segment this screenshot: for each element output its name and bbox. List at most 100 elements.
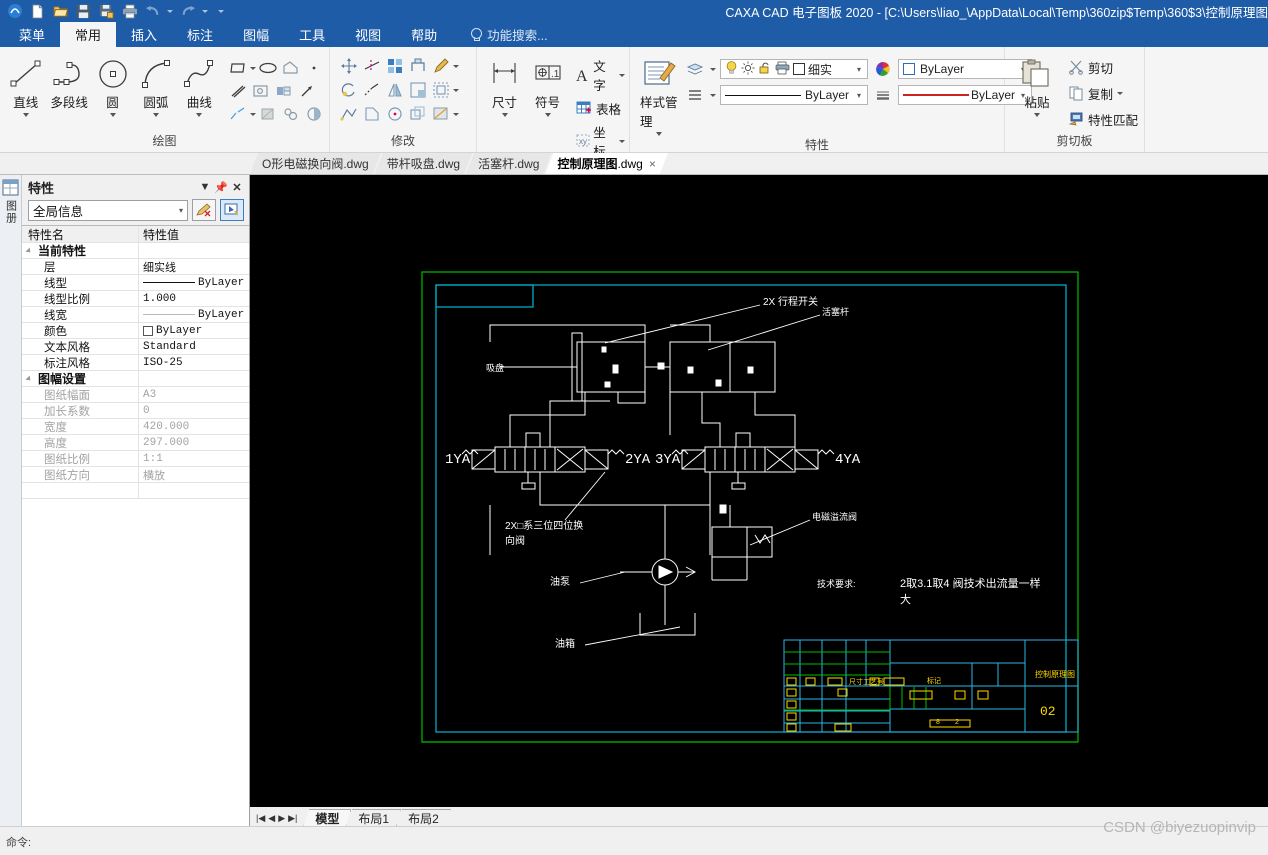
property-row-linetype-scale[interactable]: 线型比例 1.000 bbox=[22, 291, 249, 307]
rotate-icon[interactable] bbox=[338, 79, 360, 101]
left-dock-strip[interactable]: 图册 bbox=[0, 175, 22, 826]
last-icon[interactable]: ▶| bbox=[288, 813, 297, 824]
chevron-down-icon[interactable] bbox=[196, 113, 203, 117]
tool-copy[interactable]: 复制 bbox=[1065, 82, 1138, 104]
tool-polyline[interactable]: 多段线 bbox=[47, 55, 90, 111]
extend-icon[interactable] bbox=[361, 79, 383, 101]
tool-arc[interactable]: 圆弧 bbox=[134, 55, 177, 117]
document-tab-bar[interactable]: O形电磁换向阀.dwg 带杆吸盘.dwg 活塞杆.dwg 控制原理图.dwg × bbox=[0, 153, 1268, 175]
first-icon[interactable]: |◀ bbox=[256, 813, 265, 824]
property-row-layer[interactable]: 层 细实线 bbox=[22, 259, 249, 275]
model-tab-layout2[interactable]: 布局2 bbox=[396, 809, 451, 826]
ribbon-tab-insert[interactable]: 插入 bbox=[116, 22, 172, 47]
chevron-down-icon[interactable] bbox=[710, 93, 716, 97]
chevron-down-icon[interactable] bbox=[22, 113, 29, 117]
ribbon-tab-bar[interactable]: 菜单 常用 插入 标注 图幅 工具 视图 帮助 功能搜索... bbox=[0, 22, 1268, 47]
chevron-down-icon[interactable] bbox=[152, 113, 159, 117]
lock-icon[interactable] bbox=[758, 61, 772, 78]
trim-icon[interactable] bbox=[361, 55, 383, 77]
drawing-canvas[interactable]: 2X 行程开关 活塞杆 吸盘 2X□系三位四位换 向阀 电磁溢流阀 油泵 油箱 … bbox=[250, 175, 1268, 806]
property-row-dim-style[interactable]: 标注风格 ISO-25 bbox=[22, 355, 249, 371]
chevron-down-icon[interactable] bbox=[453, 112, 459, 116]
tool-symbol[interactable]: .1 符号 bbox=[526, 55, 569, 117]
tool-circle[interactable]: 圆 bbox=[91, 55, 134, 117]
next-icon[interactable]: ▶ bbox=[278, 813, 285, 824]
model-tab-layout1[interactable]: 布局1 bbox=[346, 809, 401, 826]
centerline-icon[interactable] bbox=[227, 103, 249, 125]
scale-icon[interactable] bbox=[407, 103, 429, 125]
chevron-down-icon[interactable] bbox=[544, 113, 551, 117]
tool-match-properties[interactable]: 特性匹配 bbox=[1065, 108, 1138, 130]
linetype-combo[interactable]: ByLayer ▾ bbox=[720, 85, 868, 105]
chevron-down-icon[interactable]: ▾ bbox=[853, 91, 865, 100]
layer-icon[interactable] bbox=[684, 58, 706, 80]
point-icon[interactable] bbox=[303, 57, 325, 79]
hatch-icon[interactable] bbox=[257, 103, 279, 125]
tool-cut[interactable]: 剪切 bbox=[1065, 56, 1138, 78]
explode-icon[interactable] bbox=[430, 103, 452, 125]
ellipse-icon[interactable] bbox=[257, 57, 279, 79]
chevron-down-icon[interactable] bbox=[250, 112, 257, 116]
tool-dimension[interactable]: 尺寸 bbox=[483, 55, 526, 117]
pin-icon[interactable]: 📌 bbox=[213, 181, 229, 194]
color-wheel-icon[interactable] bbox=[872, 58, 894, 80]
model-tab-model[interactable]: 模型 bbox=[303, 809, 351, 826]
chevron-down-icon[interactable]: ▾ bbox=[853, 65, 865, 74]
chevron-down-icon[interactable] bbox=[710, 67, 716, 71]
ribbon-tab-view[interactable]: 视图 bbox=[340, 22, 396, 47]
linetype-list-icon[interactable] bbox=[684, 84, 706, 106]
property-scope-select[interactable]: 全局信息 ▾ bbox=[28, 199, 188, 221]
chevron-down-icon[interactable] bbox=[619, 139, 626, 143]
chevron-down-icon[interactable] bbox=[109, 113, 116, 117]
print-icon[interactable] bbox=[775, 61, 790, 78]
layer-color-swatch-icon[interactable] bbox=[793, 63, 805, 75]
tool-line[interactable]: 直线 bbox=[4, 55, 47, 117]
array-icon[interactable] bbox=[384, 55, 406, 77]
chevron-down-icon[interactable] bbox=[1034, 113, 1040, 117]
property-row-width[interactable]: 宽度 420.000 bbox=[22, 419, 249, 435]
chamfer-icon[interactable] bbox=[361, 103, 383, 125]
lineweight-icon[interactable] bbox=[872, 84, 894, 106]
property-group-current[interactable]: 当前特性 bbox=[22, 243, 249, 259]
property-row-scale[interactable]: 图纸比例 1:1 bbox=[22, 451, 249, 467]
tool-spline[interactable]: 曲线 bbox=[178, 55, 221, 117]
quick-select-button[interactable] bbox=[220, 199, 244, 221]
close-icon[interactable]: × bbox=[649, 157, 656, 171]
property-row-extension-factor[interactable]: 加长系数 0 bbox=[22, 403, 249, 419]
properties-panel-icon[interactable] bbox=[2, 179, 20, 197]
chevron-down-icon[interactable] bbox=[1117, 91, 1124, 95]
close-icon[interactable]: ✕ bbox=[229, 181, 245, 194]
ribbon-tab-menu[interactable]: 菜单 bbox=[4, 22, 60, 47]
tool-text[interactable]: A 文字 bbox=[573, 56, 626, 94]
sun-icon[interactable] bbox=[741, 61, 755, 78]
document-tab-0[interactable]: O形电磁换向阀.dwg bbox=[250, 153, 381, 174]
ribbon-tab-annotate[interactable]: 标注 bbox=[172, 22, 228, 47]
move-icon[interactable] bbox=[338, 55, 360, 77]
chevron-down-icon[interactable] bbox=[453, 64, 459, 68]
sheet-nav-buttons[interactable]: |◀ ◀ ▶ ▶| bbox=[250, 813, 303, 826]
fillet-icon[interactable] bbox=[407, 79, 429, 101]
prev-icon[interactable]: ◀ bbox=[268, 813, 275, 824]
chevron-down-icon[interactable] bbox=[250, 66, 257, 70]
fill-icon[interactable] bbox=[303, 103, 325, 125]
document-tab-2[interactable]: 活塞杆.dwg bbox=[466, 153, 551, 174]
puzzle-icon[interactable] bbox=[280, 103, 302, 125]
ribbon-tab-home[interactable]: 常用 bbox=[60, 22, 117, 47]
copy-move-icon[interactable] bbox=[407, 55, 429, 77]
chevron-down-icon[interactable]: ▼ bbox=[197, 181, 213, 193]
property-table[interactable]: 特性名 特性值 当前特性 层 细实线 线型 ByLayer 线型比例 1.000 bbox=[22, 225, 249, 826]
tool-table[interactable]: 表格 bbox=[573, 97, 625, 119]
tool-paste[interactable]: 粘贴 bbox=[1015, 55, 1059, 117]
tool-style-manager[interactable]: 样式管理 bbox=[640, 55, 678, 136]
property-row-color[interactable]: 颜色 ByLayer bbox=[22, 323, 249, 339]
bulb-icon[interactable] bbox=[725, 60, 738, 78]
chevron-down-icon[interactable] bbox=[501, 113, 508, 117]
property-row-height[interactable]: 高度 297.000 bbox=[22, 435, 249, 451]
property-row-lineweight[interactable]: 线宽 ByLayer bbox=[22, 307, 249, 323]
parallel-line-icon[interactable] bbox=[227, 80, 249, 102]
property-group-sheet[interactable]: 图幅设置 bbox=[22, 371, 249, 387]
document-tab-1[interactable]: 带杆吸盘.dwg bbox=[375, 153, 472, 174]
property-row-orientation[interactable]: 图纸方向 横放 bbox=[22, 467, 249, 483]
property-row-text-style[interactable]: 文本风格 Standard bbox=[22, 339, 249, 355]
clear-selection-button[interactable] bbox=[192, 199, 216, 221]
